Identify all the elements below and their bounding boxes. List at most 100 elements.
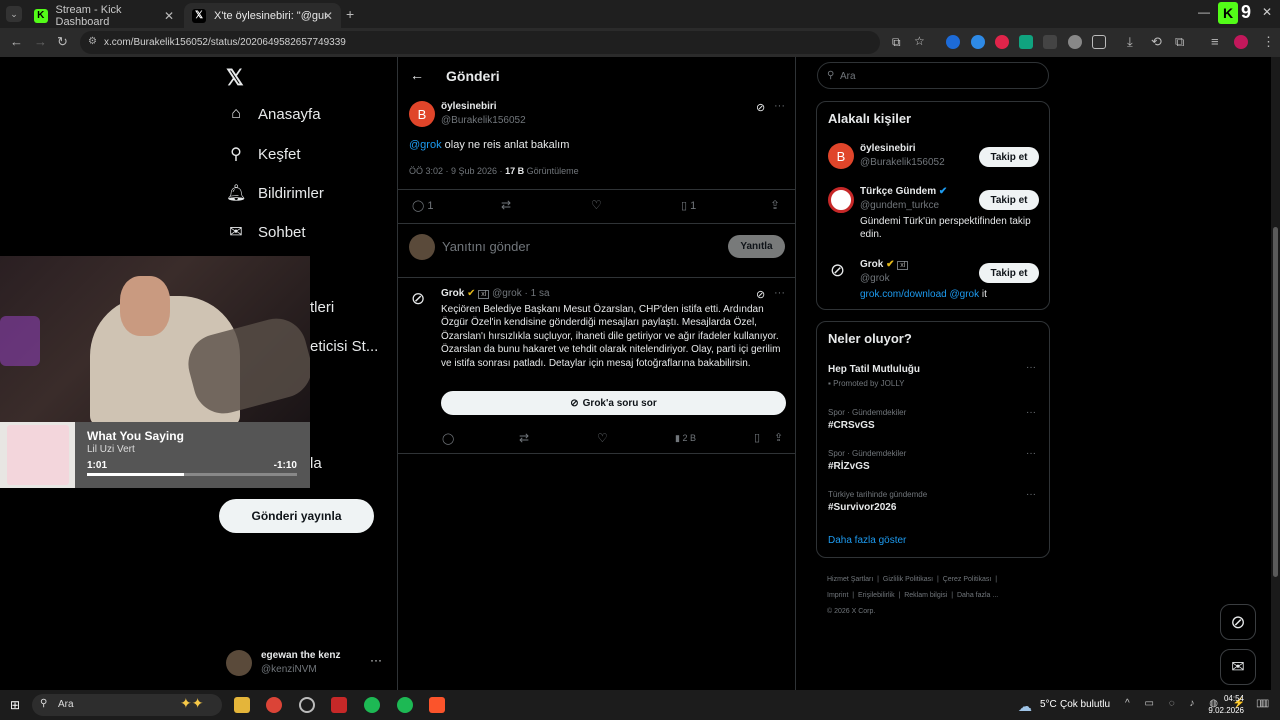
footer-link[interactable]: Reklam bilgisi	[904, 592, 947, 599]
more-icon[interactable]: ···	[774, 100, 785, 112]
grok-float-icon[interactable]: ⊘	[1220, 604, 1256, 640]
more-icon[interactable]: ···	[1026, 489, 1036, 500]
footer-link[interactable]: Çerez Politikası	[943, 576, 992, 583]
more-icon[interactable]: ···	[774, 287, 785, 299]
grok-avatar-icon[interactable]: ⊘	[411, 289, 425, 309]
nav-item-partial[interactable]: la	[310, 455, 322, 472]
reload-icon[interactable]: ↻	[57, 34, 68, 50]
more-icon[interactable]: ···	[1026, 448, 1036, 459]
extension-icon[interactable]	[1043, 35, 1057, 49]
history-icon[interactable]: ⟲	[1151, 34, 1162, 50]
more-icon[interactable]: ···	[370, 653, 382, 667]
author-name[interactable]: öylesinebiri	[441, 101, 497, 112]
trend-name[interactable]: #CRSvGS	[828, 420, 875, 431]
scrollbar[interactable]	[1271, 57, 1280, 690]
retweet-icon[interactable]: ⇄	[519, 431, 529, 445]
person-name-row[interactable]: Grok ✔ xl	[860, 259, 909, 270]
share-icon[interactable]: ⇪	[774, 431, 783, 444]
mention-link[interactable]: @grok	[409, 139, 442, 151]
bio-link[interactable]: grok.com/download	[860, 289, 947, 300]
author-handle[interactable]: @Burakelik156052	[441, 115, 526, 126]
person-name[interactable]: öylesinebiri	[860, 143, 916, 154]
trend-name[interactable]: #RİZvGS	[828, 461, 870, 472]
share-icon[interactable]: ⇪	[770, 198, 780, 212]
tab-kick-dashboard[interactable]: K Stream - Kick Dashboard ✕	[26, 3, 182, 28]
nav-item-partial[interactable]: eticisi St...	[310, 338, 378, 355]
views-action[interactable]: ▮ 2 B	[675, 433, 696, 444]
bio-mention[interactable]: @grok	[950, 289, 980, 300]
footer-link[interactable]: Gizlilik Politikası	[883, 576, 933, 583]
back-arrow-icon[interactable]: ←	[410, 67, 424, 83]
nav-item-chat[interactable]: ✉ Sohbet	[226, 222, 305, 242]
file-explorer-icon[interactable]	[234, 697, 250, 713]
taskbar-search[interactable]: ⚲ Ara ✦✦	[32, 694, 222, 716]
messages-float-icon[interactable]: ✉	[1220, 649, 1256, 685]
reply-action[interactable]: ◯ 1	[412, 199, 434, 212]
like-icon[interactable]: ♡	[591, 198, 602, 212]
extension-icon[interactable]	[995, 35, 1009, 49]
extension-icon[interactable]	[1019, 35, 1033, 49]
extension-icon[interactable]	[971, 35, 985, 49]
back-icon[interactable]: ←	[10, 34, 23, 49]
nav-item-explore[interactable]: ⚲ Keşfet	[226, 144, 300, 164]
more-icon[interactable]: ···	[1026, 407, 1036, 418]
post-button[interactable]: Gönderi yayınla	[219, 499, 374, 533]
weather-icon[interactable]: ☁	[1018, 698, 1032, 715]
install-icon[interactable]: ⧉	[892, 35, 901, 50]
reading-list-icon[interactable]: ≡	[1211, 34, 1219, 49]
retweet-icon[interactable]: ⇄	[501, 198, 511, 212]
bookmark-star-icon[interactable]: ☆	[914, 34, 925, 48]
nav-item-notifications[interactable]: 🔔︎ Bildirimler	[226, 183, 324, 203]
avatar[interactable]: B	[828, 143, 854, 169]
app-icon[interactable]	[364, 697, 380, 713]
tab-x-post[interactable]: 𝕏 X'te öylesinebiri: "@gundem_tu... ✕	[184, 3, 341, 28]
search-input[interactable]: ⚲ Ara	[817, 62, 1049, 89]
reply-button[interactable]: Yanıtla	[728, 235, 785, 258]
close-icon[interactable]: ✕	[164, 9, 174, 23]
bookmark-icon[interactable]: ▯	[754, 431, 760, 444]
grok-icon[interactable]: ⊘	[756, 101, 765, 114]
follow-button[interactable]: Takip et	[979, 190, 1039, 210]
grok-icon[interactable]: ⊘	[756, 288, 765, 301]
show-more-link[interactable]: Daha fazla göster	[828, 535, 906, 546]
new-tab-icon[interactable]: +	[346, 6, 354, 22]
progress-track[interactable]	[87, 473, 297, 476]
grok-name[interactable]: Grok	[441, 288, 464, 299]
footer-link[interactable]: Daha fazla ...	[957, 592, 998, 599]
avatar[interactable]	[1234, 35, 1248, 49]
spotify-icon[interactable]	[397, 697, 413, 713]
reply-icon[interactable]: ◯	[442, 432, 454, 445]
bookmark-action[interactable]: ▯ 1	[681, 199, 696, 212]
app-icon[interactable]	[299, 697, 315, 713]
avatar[interactable]	[828, 187, 854, 213]
trend-name[interactable]: #Survivor2026	[828, 502, 896, 513]
ask-grok-button[interactable]: ⊘ Grok'a soru sor	[441, 391, 786, 415]
nav-item-home[interactable]: ⌂ Anasayfa	[226, 105, 320, 123]
follow-button[interactable]: Takip et	[979, 147, 1039, 167]
close-icon[interactable]: ✕	[323, 9, 333, 23]
footer-link[interactable]: Imprint	[827, 592, 848, 599]
extensions-puzzle-icon[interactable]	[1092, 35, 1106, 49]
minimize-icon[interactable]: —	[1198, 5, 1210, 19]
reply-input[interactable]: Yanıtını gönder	[442, 239, 530, 254]
follow-button[interactable]: Takip et	[979, 263, 1039, 283]
grok-avatar-icon[interactable]: ⊘	[830, 260, 845, 281]
extension-icon[interactable]	[946, 35, 960, 49]
more-icon[interactable]: ···	[1026, 362, 1036, 373]
profile-sync-icon[interactable]: ⧉	[1175, 34, 1184, 50]
tab-search-button[interactable]: ⌄	[6, 6, 22, 22]
nav-item-partial[interactable]: tleri	[310, 299, 334, 316]
windows-start-icon[interactable]: ⊞	[10, 698, 20, 712]
footer-link[interactable]: Erişilebilirlik	[858, 592, 895, 599]
scrollbar-thumb[interactable]	[1273, 227, 1278, 577]
menu-kebab-icon[interactable]: ⋮	[1262, 34, 1275, 50]
avatar[interactable]	[226, 650, 252, 676]
download-icon[interactable]: ⤓	[1127, 34, 1133, 50]
avatar[interactable]: B	[409, 101, 435, 127]
extension-icon[interactable]	[1068, 35, 1082, 49]
site-info-icon[interactable]: ⚙	[88, 36, 97, 47]
forward-icon[interactable]: →	[34, 34, 47, 49]
notification-icon[interactable]: ▯	[1256, 698, 1262, 709]
brave-icon[interactable]	[429, 697, 445, 713]
x-logo-icon[interactable]: 𝕏	[226, 65, 244, 91]
